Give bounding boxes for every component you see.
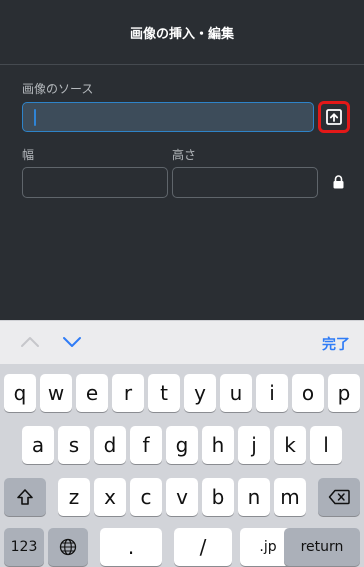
key-u[interactable]: u	[220, 374, 252, 412]
width-input[interactable]	[22, 167, 168, 198]
key-v[interactable]: v	[166, 478, 198, 516]
key-z[interactable]: z	[58, 478, 90, 516]
dot-key[interactable]: .	[100, 528, 162, 566]
key-s[interactable]: s	[58, 426, 90, 464]
key-i[interactable]: i	[256, 374, 288, 412]
key-b[interactable]: b	[202, 478, 234, 516]
height-input[interactable]	[172, 167, 318, 198]
upload-icon	[326, 109, 342, 125]
slash-key[interactable]: /	[174, 528, 232, 566]
key-n[interactable]: n	[238, 478, 270, 516]
height-label: 高さ	[172, 148, 197, 162]
chevron-up-icon[interactable]	[20, 335, 40, 349]
delete-key[interactable]	[318, 478, 360, 516]
shift-key[interactable]	[4, 478, 46, 516]
key-q[interactable]: q	[4, 374, 36, 412]
key-t[interactable]: t	[148, 374, 180, 412]
key-l[interactable]: l	[310, 426, 342, 464]
source-label: 画像のソース	[22, 82, 94, 96]
key-m[interactable]: m	[274, 478, 306, 516]
globe-key[interactable]	[48, 528, 88, 566]
delete-icon	[328, 489, 350, 505]
key-k[interactable]: k	[274, 426, 306, 464]
numbers-key[interactable]: 123	[4, 528, 44, 566]
upload-button[interactable]	[318, 101, 350, 133]
key-x[interactable]: x	[94, 478, 126, 516]
globe-icon	[59, 538, 77, 556]
lock-icon[interactable]	[333, 175, 344, 189]
return-key[interactable]: return	[284, 528, 360, 566]
key-d[interactable]: d	[94, 426, 126, 464]
key-r[interactable]: r	[112, 374, 144, 412]
key-g[interactable]: g	[166, 426, 198, 464]
image-insert-dialog: 画像の挿入・編集 画像のソース 幅 高さ	[0, 0, 364, 320]
width-label: 幅	[22, 148, 35, 162]
dialog-header: 画像の挿入・編集	[0, 0, 364, 65]
key-c[interactable]: c	[130, 478, 162, 516]
shift-icon	[17, 489, 33, 505]
key-a[interactable]: a	[22, 426, 54, 464]
key-f[interactable]: f	[130, 426, 162, 464]
image-source-input[interactable]	[22, 102, 314, 132]
key-p[interactable]: p	[328, 374, 360, 412]
key-w[interactable]: w	[40, 374, 72, 412]
chevron-down-icon[interactable]	[62, 335, 82, 349]
software-keyboard: q w e r t y u i o p a s d f g h j k l z …	[0, 364, 364, 567]
text-caret	[34, 109, 36, 126]
key-h[interactable]: h	[202, 426, 234, 464]
done-button[interactable]: 完了	[322, 334, 350, 354]
key-o[interactable]: o	[292, 374, 324, 412]
key-j[interactable]: j	[238, 426, 270, 464]
dialog-title: 画像の挿入・編集	[129, 26, 234, 42]
key-e[interactable]: e	[76, 374, 108, 412]
key-y[interactable]: y	[184, 374, 216, 412]
keyboard-accessory-bar: 完了	[0, 320, 364, 364]
